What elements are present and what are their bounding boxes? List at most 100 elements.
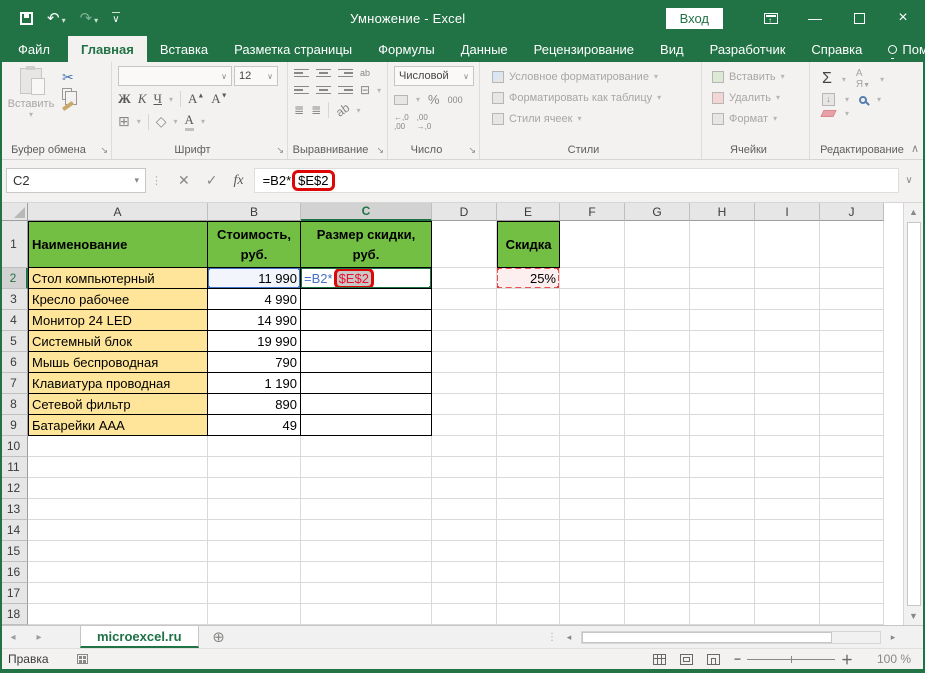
row-header-1[interactable]: 1 <box>0 221 28 268</box>
cell-E13[interactable] <box>497 499 560 520</box>
page-layout-view-icon[interactable] <box>680 654 693 665</box>
row-header-11[interactable]: 11 <box>0 457 28 478</box>
cell-G12[interactable] <box>625 478 690 499</box>
insert-cells-button[interactable]: Вставить▾ <box>712 66 805 87</box>
merge-center-icon[interactable]: ⊟ <box>360 83 370 97</box>
cell-E15[interactable] <box>497 541 560 562</box>
clipboard-dialog-launcher-icon[interactable]: ↘ <box>100 145 108 156</box>
cell-E17[interactable] <box>497 583 560 604</box>
number-dialog-launcher-icon[interactable]: ↘ <box>468 145 476 156</box>
cell-D3[interactable] <box>432 289 497 310</box>
cell-H4[interactable] <box>690 310 755 331</box>
cell-B15[interactable] <box>208 541 301 562</box>
minimize-icon[interactable]: — <box>793 0 837 36</box>
cell-H5[interactable] <box>690 331 755 352</box>
cell-H9[interactable] <box>690 415 755 436</box>
cell-H6[interactable] <box>690 352 755 373</box>
horizontal-scroll-thumb[interactable] <box>582 632 832 643</box>
row-header-5[interactable]: 5 <box>0 331 28 352</box>
tab-file[interactable]: Файл <box>0 36 68 62</box>
align-top-icon[interactable] <box>294 69 309 78</box>
cut-icon[interactable]: ✂ <box>62 70 74 84</box>
font-size-select[interactable]: 12∨ <box>234 66 278 86</box>
cell-E1[interactable]: Скидка <box>497 221 560 268</box>
cell-H16[interactable] <box>690 562 755 583</box>
hscroll-left-icon[interactable]: ◂ <box>561 632 577 643</box>
row-header-4[interactable]: 4 <box>0 310 28 331</box>
cell-I18[interactable] <box>755 604 820 625</box>
cell-E3[interactable] <box>497 289 560 310</box>
cell-A7[interactable]: Клавиатура проводная <box>28 373 208 394</box>
cell-J2[interactable] <box>820 268 884 289</box>
cell-I14[interactable] <box>755 520 820 541</box>
cell-D1[interactable] <box>432 221 497 268</box>
cell-I1[interactable] <box>755 221 820 268</box>
formula-bar-divider[interactable]: ⋮ <box>151 174 163 187</box>
cell-F11[interactable] <box>560 457 625 478</box>
cell-C5[interactable] <box>301 331 432 352</box>
cell-C2-editing[interactable]: =B2*$E$2 <box>301 268 432 289</box>
cell-A18[interactable] <box>28 604 208 625</box>
tab-review[interactable]: Рецензирование <box>521 36 647 62</box>
cell-F3[interactable] <box>560 289 625 310</box>
row-header-18[interactable]: 18 <box>0 604 28 625</box>
cell-I15[interactable] <box>755 541 820 562</box>
cell-E5[interactable] <box>497 331 560 352</box>
number-format-select[interactable]: Числовой∨ <box>394 66 474 86</box>
cell-D9[interactable] <box>432 415 497 436</box>
column-header-F[interactable]: F <box>560 203 625 221</box>
confirm-entry-icon[interactable]: ✓ <box>206 172 218 189</box>
scroll-up-icon[interactable]: ▲ <box>904 203 923 221</box>
cell-J5[interactable] <box>820 331 884 352</box>
cell-D10[interactable] <box>432 436 497 457</box>
cell-C15[interactable] <box>301 541 432 562</box>
cell-B11[interactable] <box>208 457 301 478</box>
autosum-icon[interactable]: Σ <box>822 70 832 88</box>
cell-J10[interactable] <box>820 436 884 457</box>
cell-C13[interactable] <box>301 499 432 520</box>
cell-E4[interactable] <box>497 310 560 331</box>
cell-C16[interactable] <box>301 562 432 583</box>
sheet-nav-right-icon[interactable]: ▸ <box>26 626 52 648</box>
tab-data[interactable]: Данные <box>448 36 521 62</box>
clear-icon[interactable] <box>820 110 836 117</box>
conditional-formatting-button[interactable]: Условное форматирование▾ <box>492 66 697 87</box>
cell-E11[interactable] <box>497 457 560 478</box>
cell-D17[interactable] <box>432 583 497 604</box>
cell-D7[interactable] <box>432 373 497 394</box>
cell-A3[interactable]: Кресло рабочее <box>28 289 208 310</box>
orientation-icon[interactable]: ab <box>333 100 352 119</box>
cell-F2[interactable] <box>560 268 625 289</box>
sheet-nav-left-icon[interactable]: ◂ <box>0 626 26 648</box>
cell-B7[interactable]: 1 190 <box>208 373 301 394</box>
cell-B12[interactable] <box>208 478 301 499</box>
cell-E8[interactable] <box>497 394 560 415</box>
cell-D13[interactable] <box>432 499 497 520</box>
column-header-J[interactable]: J <box>820 203 884 221</box>
cell-I5[interactable] <box>755 331 820 352</box>
page-break-view-icon[interactable] <box>707 654 720 665</box>
cell-H3[interactable] <box>690 289 755 310</box>
cell-styles-button[interactable]: Стили ячеек▾ <box>492 108 697 129</box>
column-header-B[interactable]: B <box>208 203 301 221</box>
tab-split-handle[interactable]: ⋮ <box>547 632 557 643</box>
cell-H15[interactable] <box>690 541 755 562</box>
tab-page-layout[interactable]: Разметка страницы <box>221 36 365 62</box>
cell-D6[interactable] <box>432 352 497 373</box>
cell-G4[interactable] <box>625 310 690 331</box>
cell-C4[interactable] <box>301 310 432 331</box>
cell-I16[interactable] <box>755 562 820 583</box>
zoom-out-icon[interactable]: − <box>734 652 741 666</box>
cell-H10[interactable] <box>690 436 755 457</box>
decrease-decimal-icon[interactable]: ,00→,0 <box>417 113 432 131</box>
cell-G11[interactable] <box>625 457 690 478</box>
font-color-icon[interactable]: А <box>185 112 194 131</box>
cell-B4[interactable]: 14 990 <box>208 310 301 331</box>
cell-A12[interactable] <box>28 478 208 499</box>
tab-view[interactable]: Вид <box>647 36 697 62</box>
find-select-icon[interactable] <box>859 96 867 104</box>
borders-icon[interactable]: ⊞ <box>118 113 130 130</box>
cell-B5[interactable]: 19 990 <box>208 331 301 352</box>
cell-F4[interactable] <box>560 310 625 331</box>
row-header-2[interactable]: 2 <box>0 268 28 289</box>
